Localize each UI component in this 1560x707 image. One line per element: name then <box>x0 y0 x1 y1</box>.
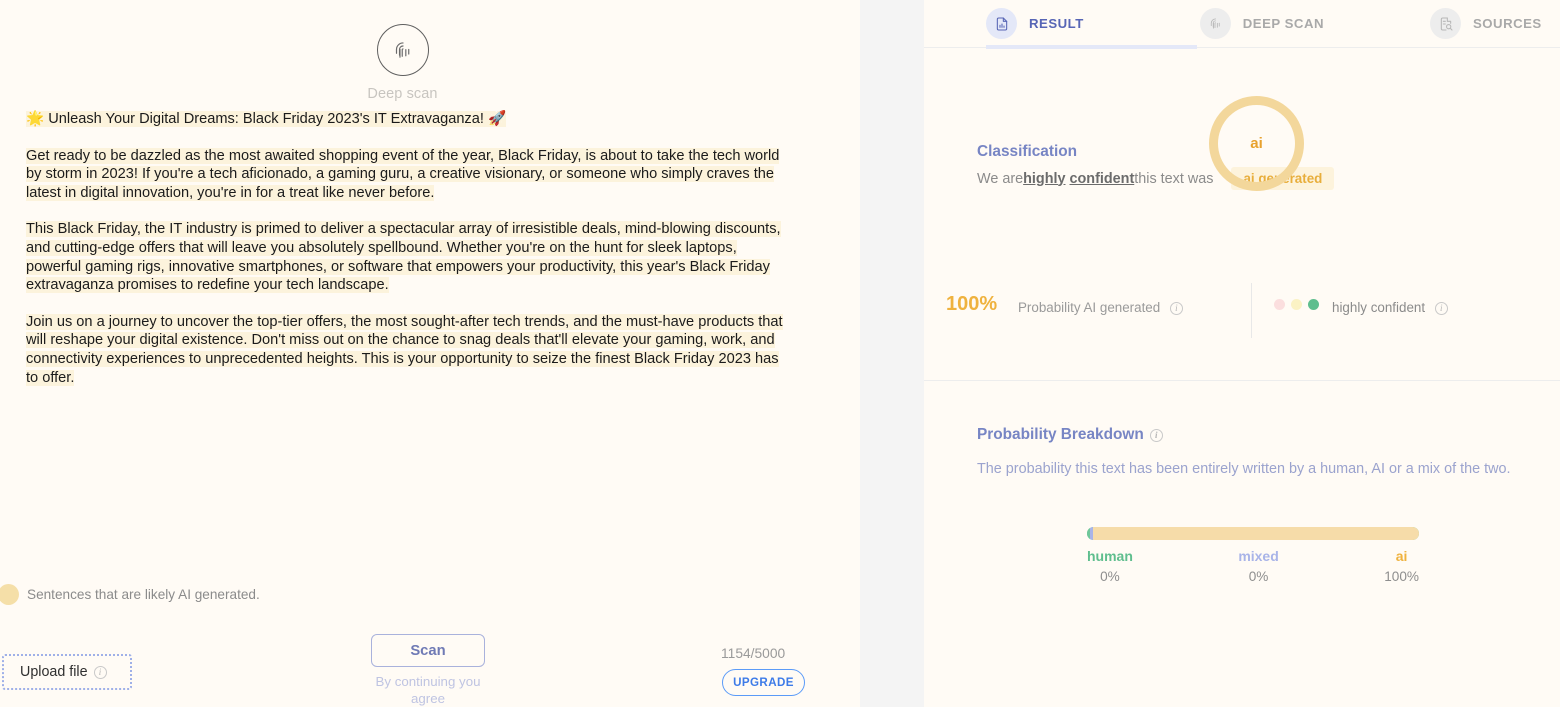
scan-area: Scan By continuing you agree to our Term… <box>371 634 485 707</box>
document-paragraph-1: Get ready to be dazzled as the most awai… <box>26 147 786 203</box>
highlighted-sentence: This Black Friday, the IT industry is pr… <box>26 221 781 294</box>
tab-deep-scan-label: DEEP SCAN <box>1242 16 1324 31</box>
breakdown-name: human <box>1087 548 1133 564</box>
scan-button[interactable]: Scan <box>371 634 485 667</box>
ai-ring-label: ai <box>1250 135 1263 152</box>
breakdown-bar[interactable] <box>1087 527 1419 540</box>
terms-line-1: By continuing you agree <box>375 674 481 706</box>
classification-emphasis-2: confident <box>1069 170 1135 187</box>
probability-label: Probability AI generated i <box>1018 300 1183 315</box>
breakdown-item-mixed: mixed 0% <box>1238 548 1278 584</box>
legend-label: Sentences that are likely AI generated. <box>27 587 260 602</box>
app-root: Deep scan 🌟 Unleash Your Digital Dreams:… <box>0 0 1560 707</box>
character-counter: 1154/5000 <box>721 646 786 661</box>
classification-prefix: We are <box>977 170 1024 187</box>
upload-file-button[interactable]: Upload file i <box>2 654 132 690</box>
result-tabs: RESULT DEEP SCAN SOURCES <box>924 0 1560 49</box>
document-title-paragraph: 🌟 Unleash Your Digital Dreams: Black Fri… <box>26 110 786 129</box>
confidence-dot-high <box>1308 299 1319 310</box>
upgrade-button[interactable]: UPGRADE <box>722 669 805 696</box>
legend-color-dot <box>0 584 19 605</box>
confidence-dot-medium <box>1291 299 1302 310</box>
document-text[interactable]: 🌟 Unleash Your Digital Dreams: Black Fri… <box>26 110 786 387</box>
tab-sources-label: SOURCES <box>1473 16 1542 31</box>
classification-suffix: this text was <box>1134 170 1214 187</box>
confidence-level-dots <box>1274 299 1319 310</box>
info-icon[interactable]: i <box>1434 301 1448 315</box>
breakdown-name: mixed <box>1238 548 1279 564</box>
breakdown-description: The probability this text has been entir… <box>977 461 1511 477</box>
document-search-icon <box>1430 8 1461 39</box>
fingerprint-icon <box>1199 8 1231 39</box>
highlighted-sentence: 🌟 Unleash Your Digital Dreams: Black Fri… <box>26 111 507 127</box>
document-paragraph-3: Join us on a journey to uncover the top-… <box>26 313 786 387</box>
breakdown-title: Probability Breakdown i <box>977 426 1163 444</box>
breakdown-percent: 100% <box>1384 569 1419 584</box>
highlighted-sentence: Join us on a journey to uncover the top-… <box>26 313 783 386</box>
breakdown-item-ai: ai 100% <box>1384 548 1419 584</box>
breakdown-percent: 0% <box>1100 569 1120 584</box>
confidence-label-text: highly confident <box>1332 300 1426 315</box>
metrics-divider <box>1251 283 1252 338</box>
ai-probability-ring: ai <box>1209 96 1304 191</box>
pane-divider <box>860 0 924 707</box>
tab-result-label: RESULT <box>1029 16 1084 31</box>
breakdown-name: ai <box>1395 548 1408 564</box>
info-icon[interactable]: i <box>1149 428 1163 442</box>
tab-result[interactable]: RESULT <box>986 0 1197 49</box>
tab-deep-scan[interactable]: DEEP SCAN <box>1199 0 1324 48</box>
highlighted-sentence: Get ready to be dazzled as the most awai… <box>26 147 780 201</box>
classification-card: Classification We are highly confident t… <box>924 48 1560 381</box>
breakdown-item-human: human 0% <box>1087 548 1133 584</box>
bar-segment-ai <box>1093 527 1419 540</box>
ai-highlight-legend: Sentences that are likely AI generated. <box>0 584 260 605</box>
terms-notice: By continuing you agree to our Terms of … <box>362 674 494 707</box>
probability-value: 100% <box>946 293 998 315</box>
result-panel: RESULT DEEP SCAN SOURCES Classification … <box>924 0 1560 707</box>
info-icon[interactable]: i <box>93 665 107 679</box>
confidence-dot-low <box>1274 299 1285 310</box>
probability-label-text: Probability AI generated <box>1018 300 1161 315</box>
info-icon[interactable]: i <box>1169 301 1183 315</box>
fingerprint-icon[interactable] <box>376 24 429 76</box>
editor-pane: Deep scan 🌟 Unleash Your Digital Dreams:… <box>0 0 860 707</box>
tab-sources[interactable]: SOURCES <box>1430 0 1542 48</box>
classification-title: Classification <box>977 143 1078 160</box>
upload-file-label: Upload file <box>20 664 88 680</box>
deep-scan-label: Deep scan <box>367 86 438 102</box>
breakdown-title-text: Probability Breakdown <box>977 426 1144 443</box>
classification-emphasis-1: highly <box>1023 170 1066 187</box>
deep-scan-header: Deep scan <box>0 24 805 102</box>
document-chart-icon <box>986 8 1017 39</box>
document-paragraph-2: This Black Friday, the IT industry is pr… <box>26 220 786 294</box>
breakdown-percent: 0% <box>1248 569 1269 584</box>
confidence-label: highly confident i <box>1332 300 1448 315</box>
breakdown-legend: human 0% mixed 0% ai 100% <box>1087 548 1419 584</box>
classification-metrics: 100% Probability AI generated i highly c… <box>924 283 1560 338</box>
